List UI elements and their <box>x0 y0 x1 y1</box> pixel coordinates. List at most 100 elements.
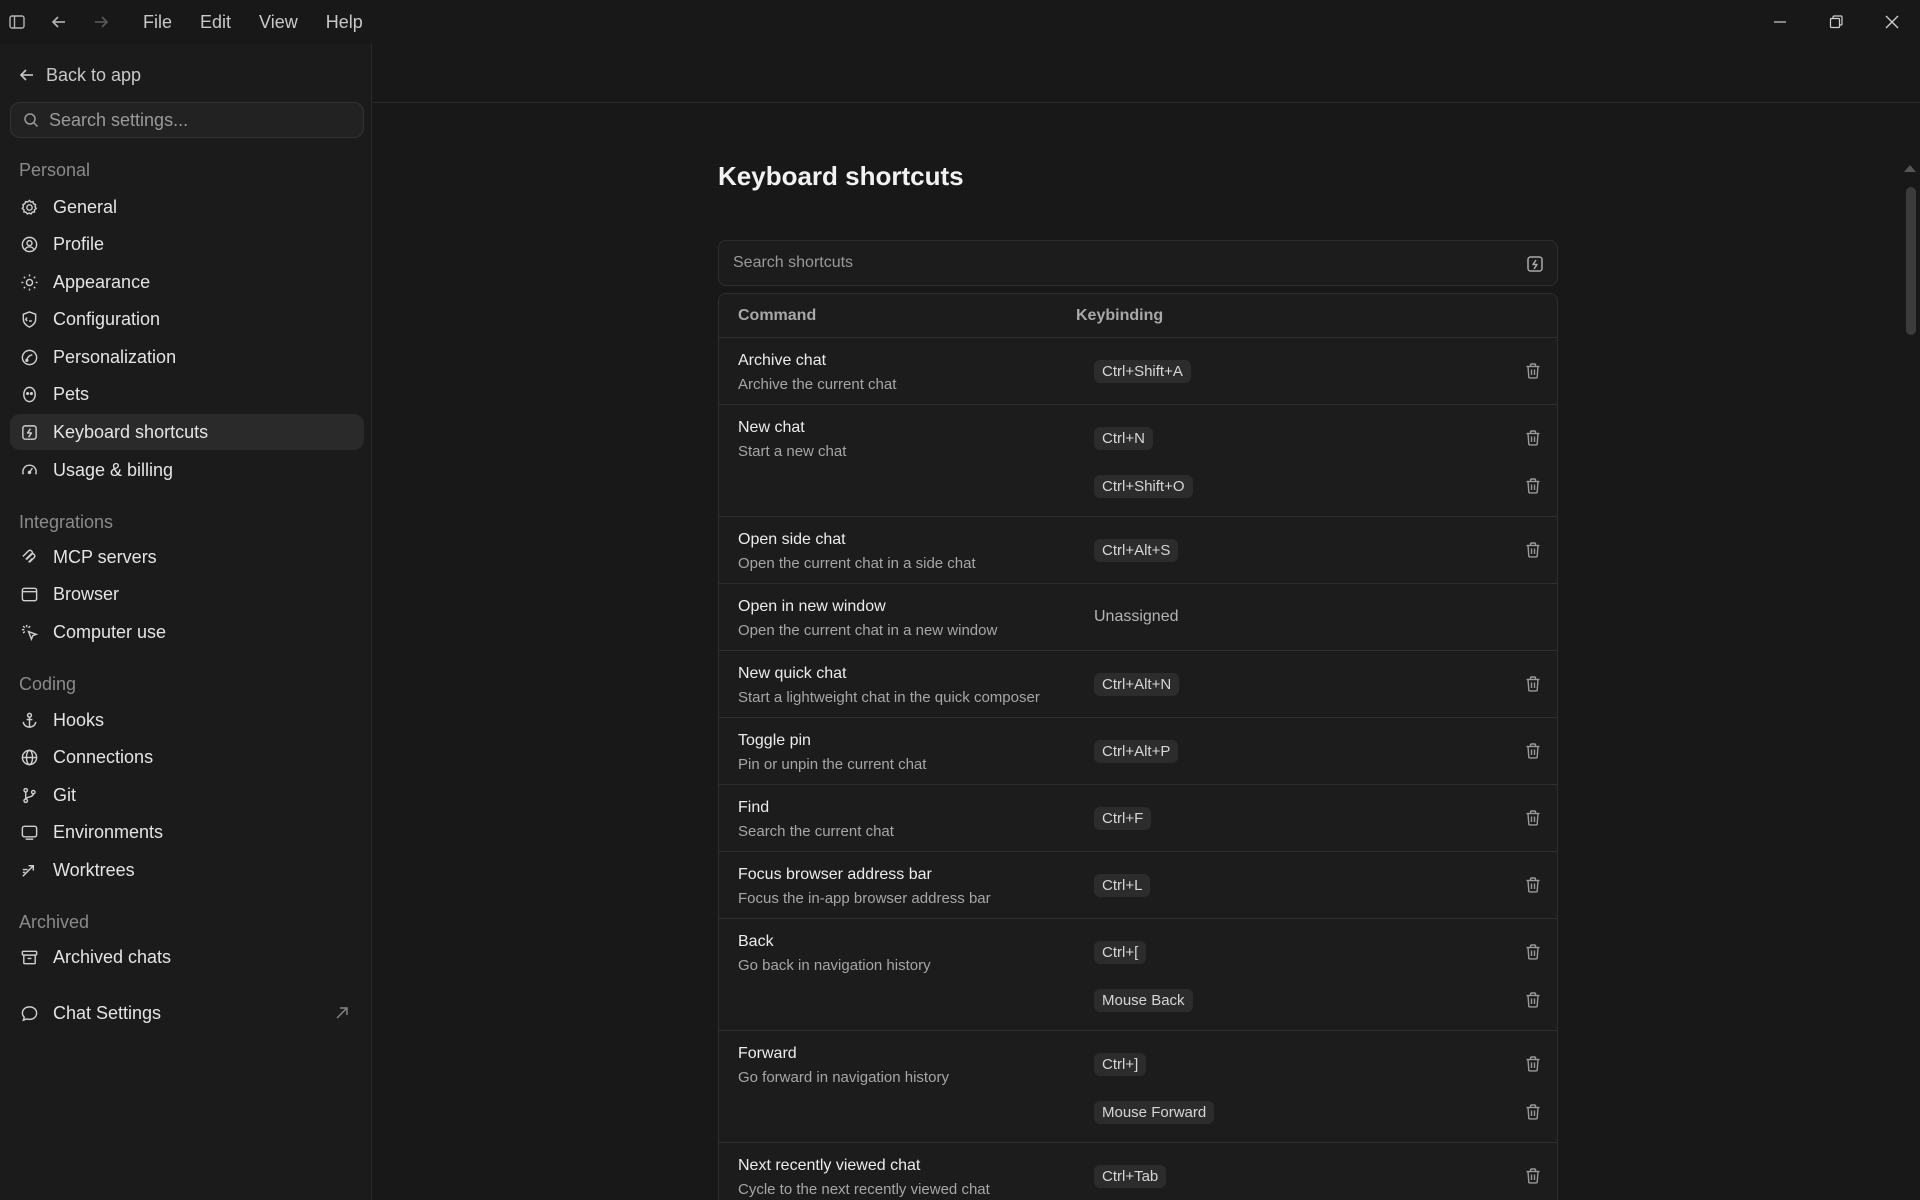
sidebar-toggle-icon[interactable] <box>3 8 31 36</box>
trash-icon[interactable] <box>1524 943 1542 961</box>
trash-icon[interactable] <box>1524 541 1542 559</box>
sidebar-item-keyboard-shortcuts[interactable]: Keyboard shortcuts <box>10 414 364 450</box>
keybinding-chip[interactable]: Mouse Back <box>1094 988 1193 1012</box>
sidebar-item-label: Browser <box>53 583 120 604</box>
command-cell: Open in new window Open the current chat … <box>738 598 997 639</box>
keybinding-chip[interactable]: Mouse Forward <box>1094 1100 1215 1124</box>
keybinding-chip[interactable]: Ctrl+Shift+O <box>1094 474 1193 498</box>
trash-icon[interactable] <box>1524 809 1542 827</box>
pet-icon <box>23 386 36 402</box>
sidebar-item-configuration[interactable]: Configuration <box>10 301 364 337</box>
sidebar-item-connections[interactable]: Connections <box>10 739 364 775</box>
main-content: Keyboard shortcuts Command Keybinding Ar… <box>373 103 1920 1200</box>
sidebar-item-hooks[interactable]: Hooks <box>10 702 364 738</box>
sidebar-item-pets[interactable]: Pets <box>10 376 364 412</box>
trash-icon[interactable] <box>1524 991 1542 1009</box>
sidebar-item-general[interactable]: General <box>10 189 364 225</box>
close-icon <box>1885 15 1899 29</box>
keybinding-chip[interactable]: Ctrl+Alt+P <box>1094 739 1179 763</box>
menu-file[interactable]: File <box>129 6 186 38</box>
sidebar-item-appearance[interactable]: Appearance <box>10 264 364 300</box>
menu-edit[interactable]: Edit <box>186 6 245 38</box>
forward-arrow-icon[interactable] <box>87 8 115 36</box>
trash-icon[interactable] <box>1524 1055 1542 1073</box>
command-name: Open in new window <box>738 598 886 615</box>
keybinding-cell: Mouse Forward <box>1094 1088 1544 1136</box>
command-description: Open the current chat in a new window <box>738 622 998 639</box>
keybinding-cell[interactable]: Unassigned <box>1094 593 1544 641</box>
sidebar-item-mcp-servers[interactable]: MCP servers <box>10 539 364 575</box>
unassigned-label: Unassigned <box>1094 608 1179 625</box>
table-row: Back Go back in navigation history Ctrl+[M… <box>719 919 1557 1031</box>
trash-icon[interactable] <box>1524 675 1542 693</box>
keybinding-cell: Mouse Back <box>1094 976 1544 1024</box>
keybinding-chip[interactable]: Ctrl+Tab <box>1094 1164 1167 1188</box>
sidebar-item-label: Computer use <box>53 621 167 642</box>
sidebar-item-label: Usage & billing <box>53 459 174 480</box>
sidebar-item-archived-chats[interactable]: Archived chats <box>10 939 364 975</box>
keyboard-shortcut-icon[interactable] <box>1525 254 1545 274</box>
sidebar-item-environments[interactable]: Environments <box>10 814 364 850</box>
keybinding-cell: Ctrl+Shift+A <box>1094 347 1544 395</box>
sidebar-item-chat-settings[interactable]: Chat Settings <box>10 995 364 1031</box>
keybinding-chip[interactable]: Ctrl+Alt+S <box>1094 538 1179 562</box>
sidebar-item-profile[interactable]: Profile <box>10 226 364 262</box>
trash-icon[interactable] <box>1524 429 1542 447</box>
keybinding-chip[interactable]: Ctrl+Shift+A <box>1094 359 1191 383</box>
sidebar-item-worktrees[interactable]: Worktrees <box>10 852 364 888</box>
trash-icon[interactable] <box>1524 742 1542 760</box>
back-to-app-link[interactable]: Back to app <box>18 60 141 90</box>
command-name: Toggle pin <box>738 732 811 749</box>
section-integrations: Integrations <box>19 512 114 532</box>
keybinding-chip[interactable]: Ctrl+N <box>1094 426 1153 450</box>
sidebar-item-label: Personalization <box>53 346 177 367</box>
external-link-icon <box>336 1007 348 1019</box>
sidebar-item-computer-use[interactable]: Computer use <box>10 614 364 650</box>
keybinding-chip[interactable]: Ctrl+] <box>1094 1052 1147 1076</box>
close-button[interactable] <box>1864 0 1920 44</box>
page-title: Keyboard shortcuts <box>718 161 964 191</box>
command-name: Focus browser address bar <box>738 866 932 883</box>
minimize-button[interactable] <box>1752 0 1808 44</box>
sidebar-item-label: Chat Settings <box>53 1002 162 1023</box>
anchor-icon <box>22 712 37 728</box>
command-cell: New chat Start a new chat <box>738 419 846 460</box>
settings-search-input[interactable] <box>49 109 349 131</box>
menu-help[interactable]: Help <box>312 6 377 38</box>
table-row: Open side chat Open the current chat in a… <box>719 517 1557 584</box>
menu-view[interactable]: View <box>245 6 312 38</box>
sidebar-item-browser[interactable]: Browser <box>10 576 364 612</box>
keybinding-chip[interactable]: Ctrl+Alt+N <box>1094 672 1180 696</box>
command-name: Next recently viewed chat <box>738 1157 921 1174</box>
command-cell: Forward Go forward in navigation history <box>738 1045 949 1086</box>
sidebar-item-label: Hooks <box>53 709 105 730</box>
scroll-up-arrow[interactable] <box>1904 165 1916 172</box>
scrollbar-thumb[interactable] <box>1906 187 1916 335</box>
sidebar-item-git[interactable]: Git <box>10 777 364 813</box>
back-arrow-icon[interactable] <box>45 8 73 36</box>
git-branch-icon <box>23 787 36 803</box>
sidebar-item-usage-billing[interactable]: Usage & billing <box>10 452 364 488</box>
command-description: Search the current chat <box>738 823 894 840</box>
keybinding-chip[interactable]: Ctrl+F <box>1094 806 1152 830</box>
keybinding-chip[interactable]: Ctrl+[ <box>1094 940 1147 964</box>
trash-icon[interactable] <box>1524 477 1542 495</box>
sidebar-item-label: Environments <box>53 821 164 842</box>
shortcuts-table: Command Keybinding Archive chat Archive t… <box>718 293 1558 1200</box>
command-description: Go back in navigation history <box>738 957 931 974</box>
sidebar-item-label: MCP servers <box>53 546 157 567</box>
column-keybinding: Keybinding <box>1076 306 1164 324</box>
trash-icon[interactable] <box>1524 1167 1542 1185</box>
shortcut-search-input[interactable] <box>733 254 1493 272</box>
monitor-icon <box>21 825 38 840</box>
sidebar-item-personalization[interactable]: Personalization <box>10 339 364 375</box>
trash-icon[interactable] <box>1524 362 1542 380</box>
trash-icon[interactable] <box>1524 1103 1542 1121</box>
keybinding-cell: Ctrl+] <box>1094 1040 1544 1088</box>
trash-icon[interactable] <box>1524 876 1542 894</box>
command-name: New chat <box>738 419 805 436</box>
restore-button[interactable] <box>1808 0 1864 44</box>
table-row: Focus browser address bar Focus the in-ap… <box>719 852 1557 919</box>
command-description: Go forward in navigation history <box>738 1069 949 1086</box>
keybinding-chip[interactable]: Ctrl+L <box>1094 873 1151 897</box>
